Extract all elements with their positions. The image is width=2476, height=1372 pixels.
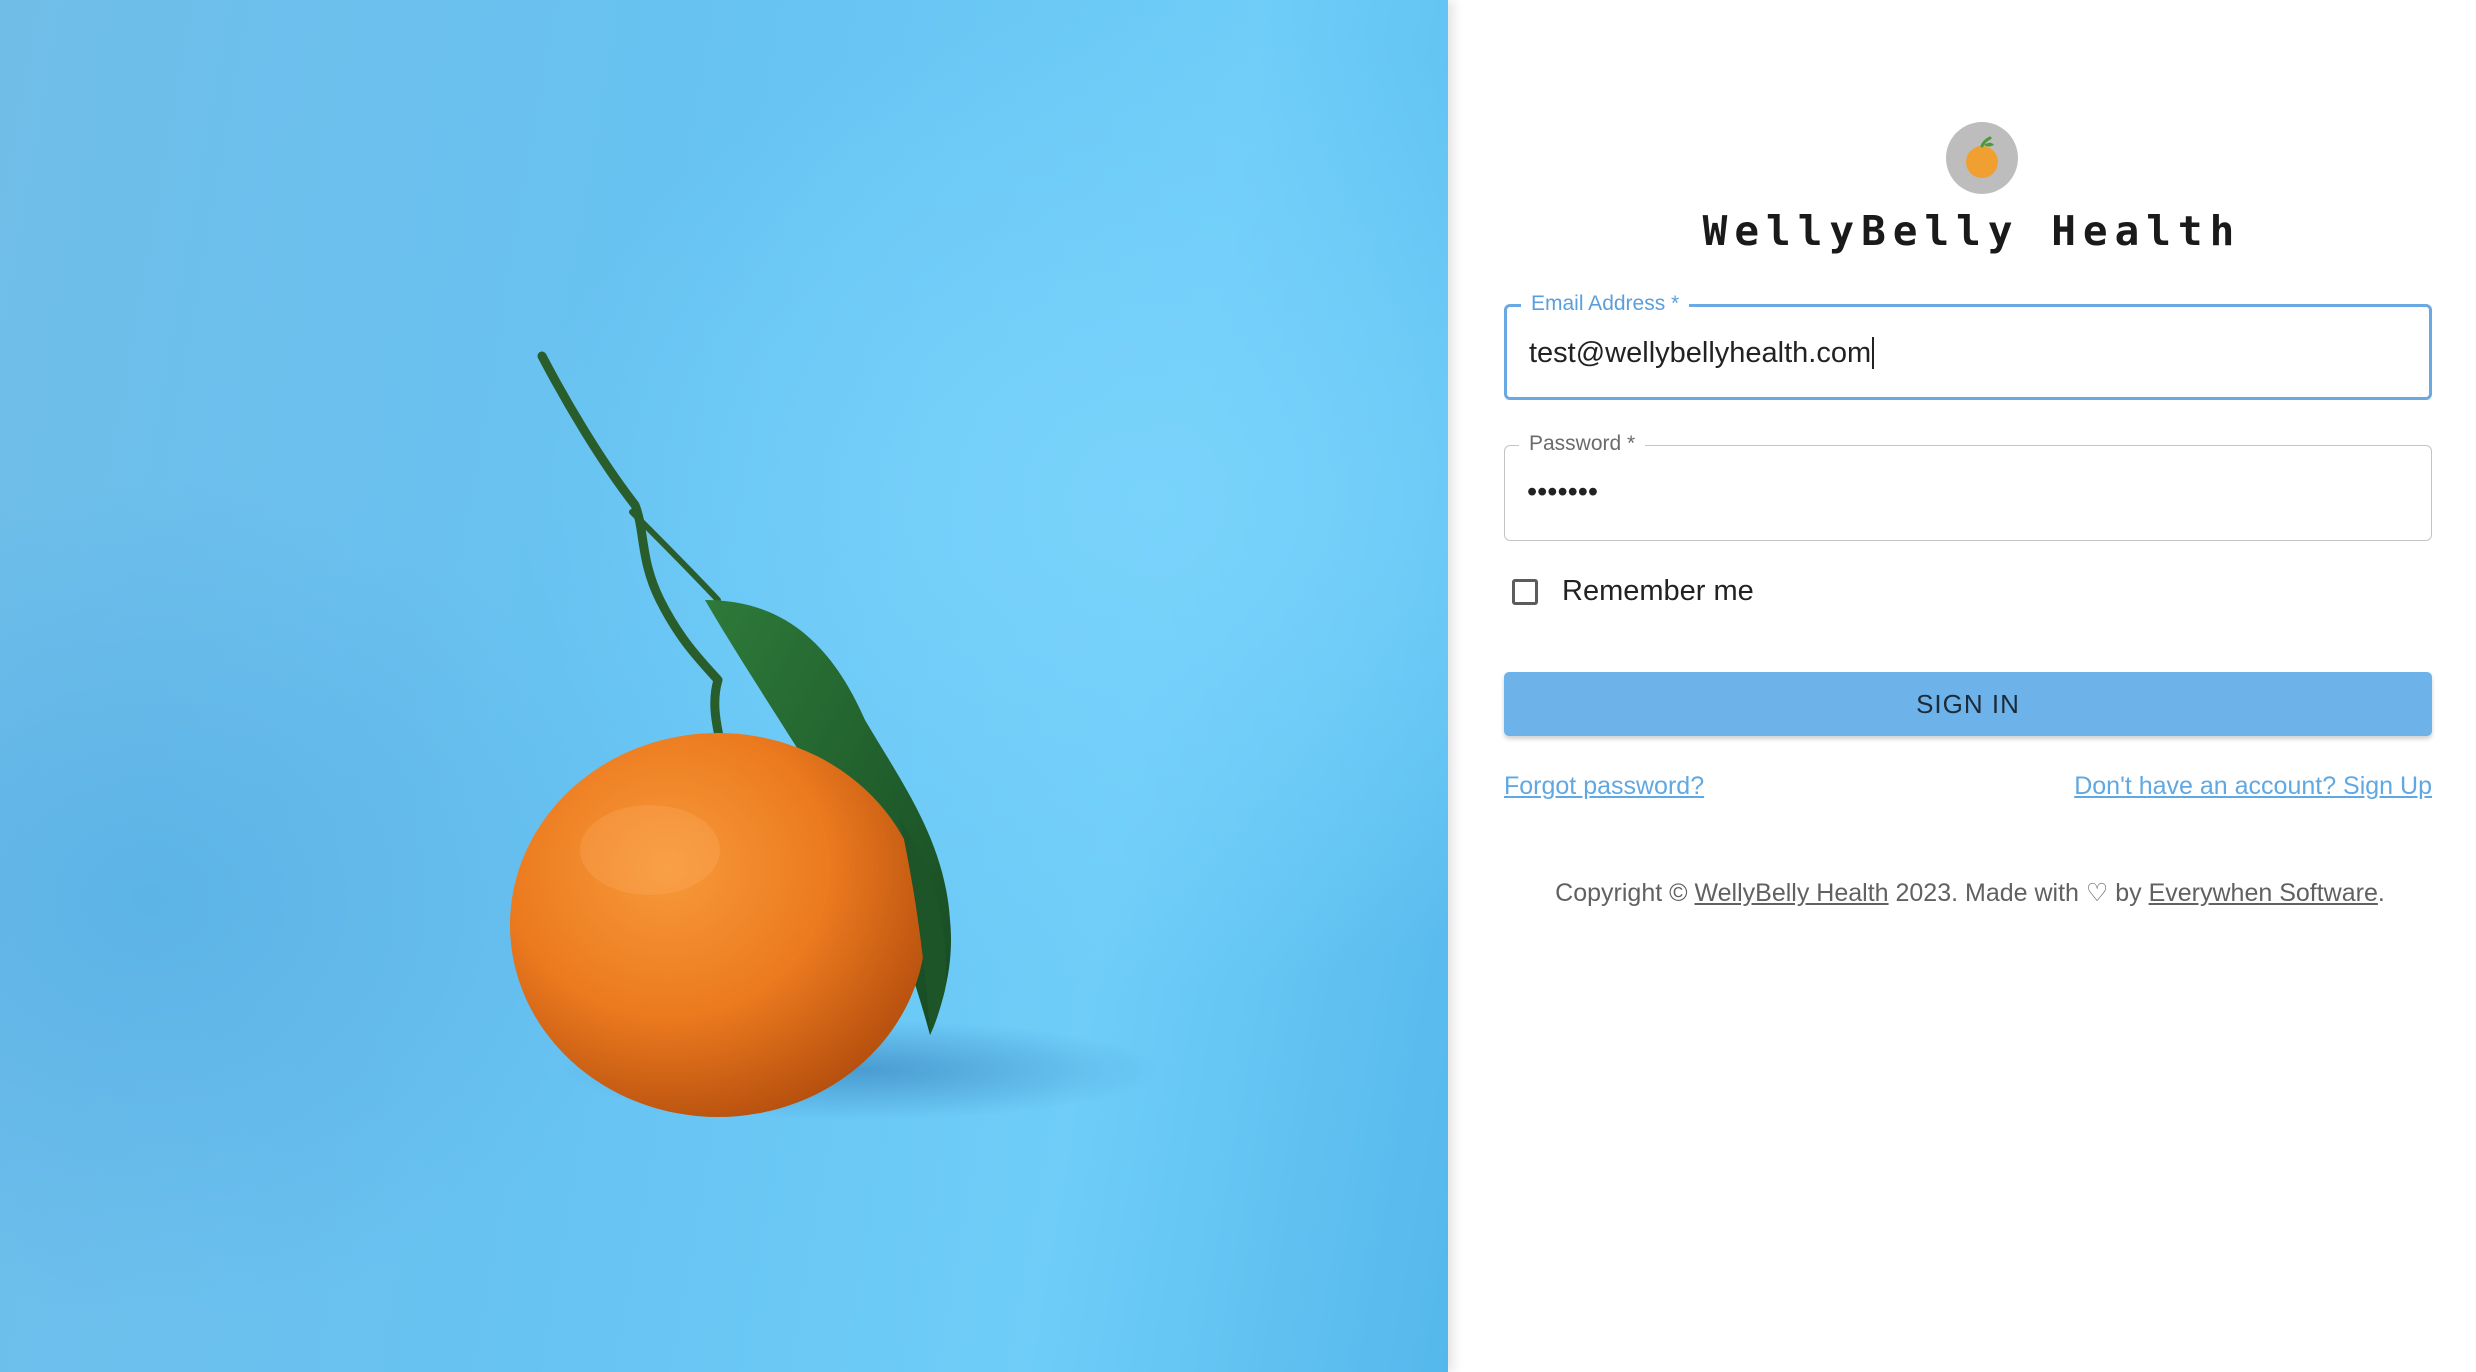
orange-fruit (510, 733, 926, 1117)
orange-photo (510, 351, 1160, 1120)
sign-in-button[interactable]: SIGN IN (1504, 672, 2432, 736)
login-page: WellyBelly Health Email Address * test@w… (0, 0, 2476, 1372)
email-label: Email Address * (1521, 292, 1690, 316)
copyright-middle: 2023. Made with ♡ by (1888, 879, 2149, 907)
vendor-link[interactable]: Everywhen Software (2149, 879, 2378, 907)
password-value: ••••••• (1527, 476, 1599, 508)
remember-me-checkbox[interactable] (1512, 578, 1538, 605)
copyright-footer: Copyright © WellyBelly Health 2023. Made… (1448, 878, 2476, 908)
email-input[interactable]: test@wellybellyhealth.com (1529, 335, 1875, 371)
remember-me-label: Remember me (1562, 575, 1754, 607)
company-link[interactable]: WellyBelly Health (1694, 879, 1888, 907)
orange-fruit-icon (1966, 136, 1998, 178)
password-field[interactable]: Password * ••••••• (1504, 432, 2432, 541)
password-label: Password * (1519, 432, 1646, 456)
copyright-suffix: . (2377, 879, 2385, 907)
password-input[interactable]: ••••••• (1527, 474, 1598, 510)
brand-logo (1946, 122, 2018, 194)
signin-panel: WellyBelly Health Email Address * test@w… (1448, 0, 2476, 1372)
copyright-prefix: Copyright © (1555, 879, 1695, 907)
stem (537, 351, 727, 755)
text-caret (1872, 337, 1875, 369)
email-field[interactable]: Email Address * test@wellybellyhealth.co… (1504, 292, 2432, 400)
hero-image (0, 0, 1448, 1372)
sign-up-link[interactable]: Don't have an account? Sign Up (2074, 772, 2432, 801)
brand-title: WellyBelly Health (1702, 207, 2242, 255)
email-value: test@wellybellyhealth.com (1529, 337, 1872, 369)
forgot-password-link[interactable]: Forgot password? (1504, 772, 1704, 801)
remember-me[interactable]: Remember me (1504, 575, 1754, 608)
